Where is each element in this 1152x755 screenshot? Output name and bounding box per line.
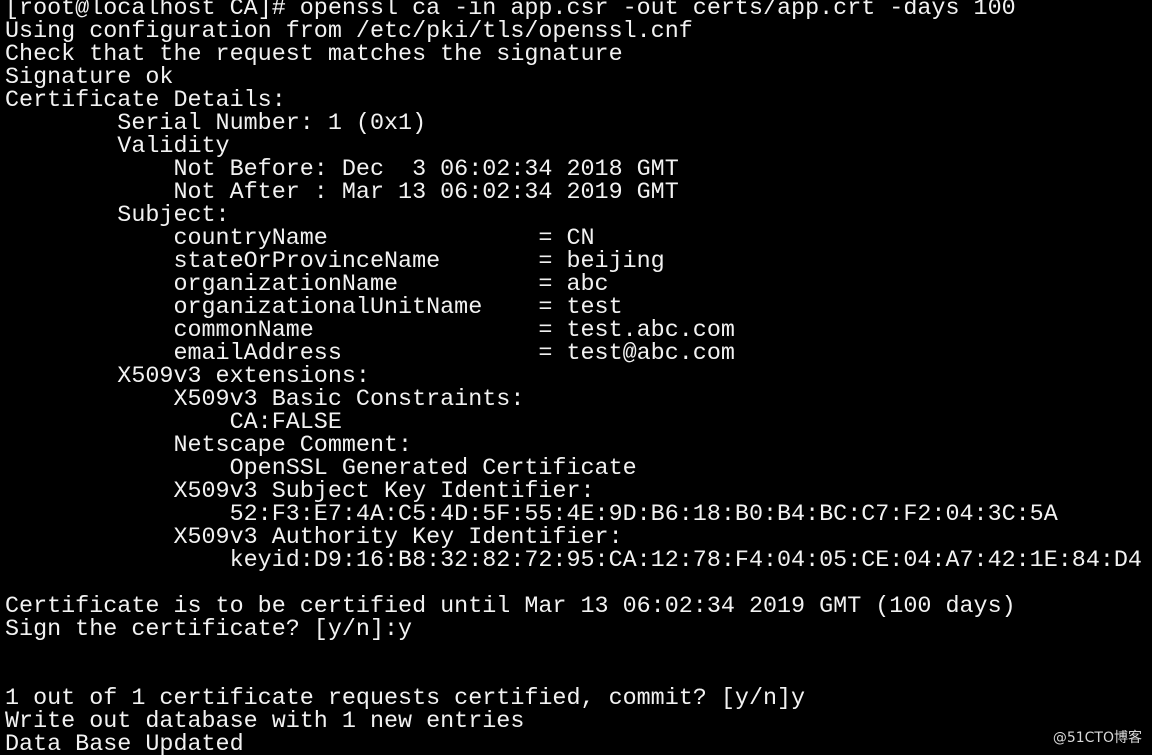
terminal-line: Subject: [5,203,230,229]
terminal-line-command-prompt: [root@localhost CA]# openssl ca -in app.… [5,0,1016,22]
terminal-line: Not Before: Dec 3 06:02:34 2018 GMT [5,157,679,183]
terminal-line: Signature ok [5,65,174,91]
terminal-line: commonName = test.abc.com [5,318,735,344]
terminal-line: Check that the request matches the signa… [5,42,623,68]
terminal-line-prompt-answer: 1 out of 1 certificate requests certifie… [5,686,806,712]
terminal-line: CA:FALSE [5,410,342,436]
terminal-line: stateOrProvinceName = beijing [5,249,665,275]
terminal-output: [root@localhost CA]# openssl ca -in app.… [5,0,1142,755]
terminal-line: X509v3 Basic Constraints: [5,387,525,413]
terminal-line: organizationalUnitName = test [5,295,623,321]
terminal-line: X509v3 extensions: [5,364,370,390]
terminal-line: emailAddress = test@abc.com [5,341,735,367]
terminal-line: Certificate is to be certified until Mar… [5,594,1016,620]
terminal-line: 52:F3:E7:4A:C5:4D:5F:55:4E:9D:B6:18:B0:B… [5,502,1058,528]
terminal-line: Write out database with 1 new entries [5,709,525,735]
terminal-line: countryName = CN [5,226,595,252]
terminal-line: keyid:D9:16:B8:32:82:72:95:CA:12:78:F4:0… [5,548,1142,574]
terminal-line: Not After : Mar 13 06:02:34 2019 GMT [5,180,679,206]
terminal-line: X509v3 Authority Key Identifier: [5,525,623,551]
terminal-line-prompt-answer: Sign the certificate? [y/n]:y [5,617,413,643]
terminal-line: organizationName = abc [5,272,609,298]
terminal-line: Data Base Updated [5,732,244,755]
terminal-line: OpenSSL Generated Certificate [5,456,637,482]
watermark: @51CTO博客 [1052,730,1142,746]
terminal-line: Netscape Comment: [5,433,413,459]
terminal-line: Certificate Details: [5,88,286,114]
terminal-window[interactable]: [root@localhost CA]# openssl ca -in app.… [0,0,1152,755]
terminal-line: Validity [5,134,230,160]
terminal-line: X509v3 Subject Key Identifier: [5,479,595,505]
terminal-line: Using configuration from /etc/pki/tls/op… [5,19,693,45]
terminal-line: Serial Number: 1 (0x1) [5,111,427,137]
